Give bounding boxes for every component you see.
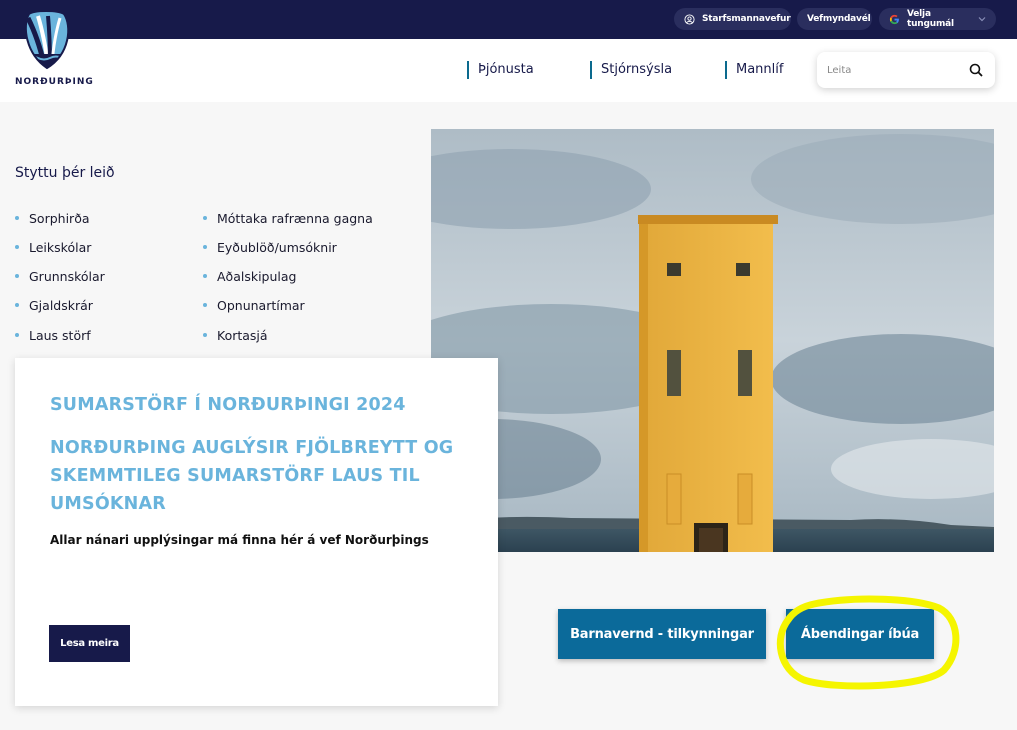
read-more-button[interactable]: Lesa meira <box>49 625 130 662</box>
logo-wordmark: NORÐURÞING <box>15 77 94 87</box>
webcam-button[interactable]: Vefmyndavél <box>797 8 872 30</box>
nav-administration[interactable]: Stjórnsýsla <box>590 61 672 79</box>
shortcut-link[interactable]: Eyðublöð/umsóknir <box>203 240 337 255</box>
bullet-icon <box>15 273 19 278</box>
webcam-label: Vefmyndavél <box>807 14 871 24</box>
language-select[interactable]: Velja tungumál <box>879 8 996 30</box>
bullet-icon <box>15 302 19 307</box>
shortcut-link[interactable]: Grunnskólar <box>15 269 105 284</box>
user-circle-icon <box>684 13 695 25</box>
shortcuts-heading: Styttu þér leið <box>15 165 115 181</box>
shortcut-link[interactable]: Gjaldskrár <box>15 298 93 313</box>
shortcut-link[interactable]: Kortasjá <box>203 328 268 343</box>
resident-feedback-button[interactable]: Ábendingar íbúa <box>786 609 934 659</box>
staff-portal-label: Starfsmannavefur <box>702 14 791 24</box>
search-icon[interactable] <box>969 62 983 81</box>
news-body: Allar nánari upplýsingar má finna hér á … <box>50 533 429 547</box>
news-title[interactable]: SUMARSTÖRF Í NORÐURÞINGI 2024 <box>50 394 470 416</box>
shortcut-link[interactable]: Laus störf <box>15 328 91 343</box>
shortcut-link[interactable]: Leikskólar <box>15 240 91 255</box>
search-input[interactable] <box>825 58 969 82</box>
shortcut-link[interactable]: Sorphirða <box>15 211 90 226</box>
bullet-icon <box>203 215 207 220</box>
bullet-icon <box>15 244 19 249</box>
child-protection-button[interactable]: Barnavernd - tilkynningar <box>558 609 766 659</box>
language-label: Velja tungumál <box>907 9 954 29</box>
hero-image <box>431 129 994 552</box>
shortcut-link[interactable]: Aðalskipulag <box>203 269 296 284</box>
nav-community[interactable]: Mannlíf <box>725 61 783 79</box>
google-icon <box>889 14 900 25</box>
nav-services[interactable]: Þjónusta <box>467 61 534 79</box>
search-box <box>817 52 995 88</box>
staff-portal-button[interactable]: Starfsmannavefur <box>674 8 791 30</box>
news-subtitle: NORÐURÞING AUGLÝSIR FJÖLBREYTT OG SKEMMT… <box>50 438 454 514</box>
news-card: SUMARSTÖRF Í NORÐURÞINGI 2024 NORÐURÞING… <box>15 358 498 706</box>
top-utility-bar: Starfsmannavefur Vefmyndavél Velja tungu… <box>0 0 1017 39</box>
bullet-icon <box>203 302 207 307</box>
shortcut-link[interactable]: Móttaka rafrænna gagna <box>203 211 373 226</box>
shortcut-link[interactable]: Opnunartímar <box>203 298 305 313</box>
bullet-icon <box>203 244 207 249</box>
bullet-icon <box>203 332 207 337</box>
chevron-down-icon <box>978 16 986 22</box>
bullet-icon <box>15 332 19 337</box>
bullet-icon <box>203 273 207 278</box>
bullet-icon <box>15 215 19 220</box>
